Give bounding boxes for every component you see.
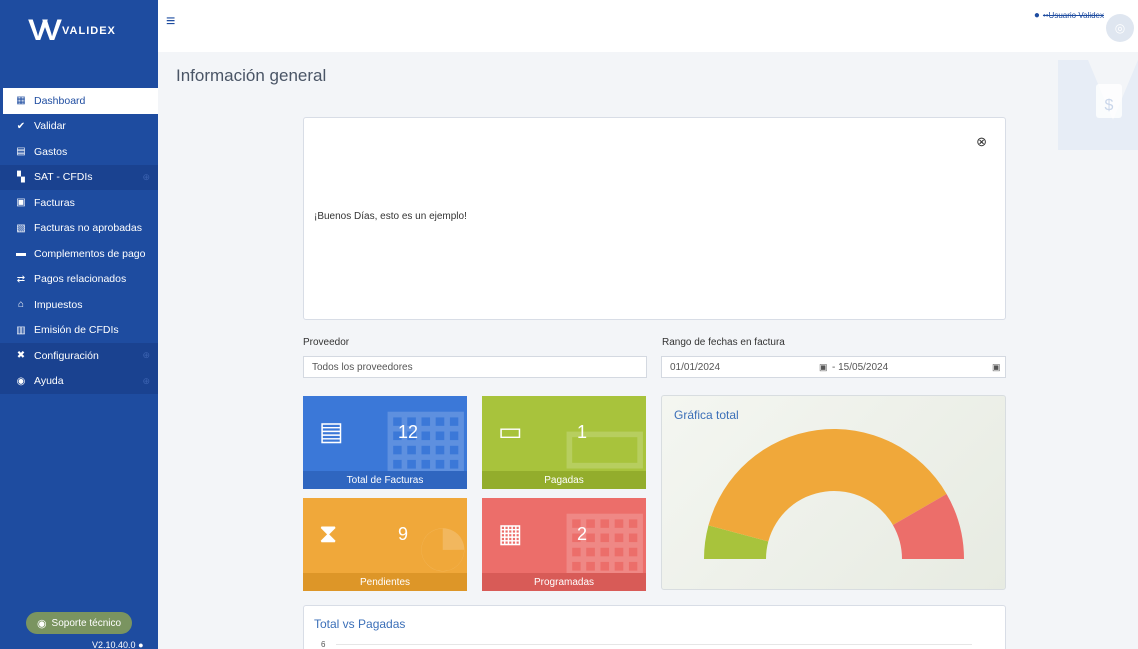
top-bar: ≡ ● ••Usuario Validex ◎ bbox=[158, 0, 1138, 52]
sidebar-item-label: SAT - CFDIs bbox=[34, 171, 93, 184]
calendar-icon[interactable]: ▣ bbox=[819, 362, 828, 373]
info-icon[interactable]: ● bbox=[138, 640, 143, 649]
invoice-decoration-icon: $ bbox=[1058, 60, 1138, 150]
date-range-label: Rango de fechas en factura bbox=[662, 337, 785, 348]
sidebar-item-sat-cfdis[interactable]: ▚ SAT - CFDIs ⊕ bbox=[0, 164, 158, 190]
chart-title: Total vs Pagadas bbox=[314, 617, 406, 631]
programadas-tile[interactable]: ▦ ▦ 2 Programadas bbox=[482, 498, 646, 591]
sidebar-item-label: Validar bbox=[34, 120, 66, 133]
tile-value: 12 bbox=[398, 422, 419, 442]
sidebar-item-label: Dashboard bbox=[34, 94, 86, 107]
tile-label: Programadas bbox=[482, 573, 646, 591]
validex-logo-icon: VV bbox=[28, 14, 62, 47]
support-button[interactable]: ◉ Soporte técnico bbox=[26, 612, 132, 634]
hourglass-icon: ⧗ bbox=[319, 518, 338, 548]
provider-select[interactable]: Todos los proveedores bbox=[303, 356, 647, 378]
calendar-icon[interactable]: ▣ bbox=[992, 362, 1001, 373]
lifebuoy-icon: ◉ bbox=[36, 617, 47, 630]
pendientes-tile[interactable]: ◔ ⧗ 9 Pendientes bbox=[303, 498, 467, 591]
document-icon: ▬ bbox=[16, 248, 26, 260]
payment-card-icon: ▭ bbox=[498, 416, 523, 446]
semi-donut-chart bbox=[704, 429, 964, 559]
version-label: V2.10.40.0 ● bbox=[92, 640, 144, 649]
y-axis-tick: 6 bbox=[321, 640, 326, 649]
sidebar-item-gastos[interactable]: ▤ Gastos bbox=[0, 139, 158, 165]
gridline bbox=[336, 644, 972, 645]
invoice-icon: ▤ bbox=[319, 416, 344, 446]
sidebar-item-label: Pagos relacionados bbox=[34, 273, 127, 286]
sidebar-item-label: Configuración bbox=[34, 349, 99, 362]
sidebar-item-ayuda[interactable]: ◉ Ayuda ⊕ bbox=[0, 368, 158, 394]
sidebar-item-pagos-relacionados[interactable]: ⇄ Pagos relacionados bbox=[0, 267, 158, 293]
sidebar-item-validar[interactable]: ✔ Validar bbox=[0, 114, 158, 140]
tile-label: Total de Facturas bbox=[303, 471, 467, 489]
expand-icon: ⊕ bbox=[142, 171, 150, 182]
bank-icon: ⌂ bbox=[17, 299, 25, 311]
sidebar-item-facturas-no-aprobadas[interactable]: ▧ Facturas no aprobadas bbox=[0, 216, 158, 242]
expand-icon: ⊕ bbox=[142, 350, 150, 361]
tile-label: Pagadas bbox=[482, 471, 646, 489]
tile-value: 1 bbox=[577, 422, 588, 442]
sidebar-item-complementos-de-pago[interactable]: ▬ Complementos de pago bbox=[0, 241, 158, 267]
sidebar: VV VALIDEX ▦ Dashboard ✔ Validar ▤ Gasto… bbox=[0, 0, 158, 649]
message-text: ¡Buenos Días, esto es un ejemplo! bbox=[314, 211, 467, 222]
exchange-icon: ⇄ bbox=[16, 273, 26, 285]
brand-name: VALIDEX bbox=[62, 25, 116, 37]
tile-value: 9 bbox=[398, 524, 409, 544]
sidebar-item-impuestos[interactable]: ⌂ Impuestos bbox=[0, 292, 158, 318]
user-name: ••Usuario Validex bbox=[1042, 11, 1104, 20]
page-title: Información general bbox=[176, 66, 327, 85]
grid-icon: ▦ bbox=[16, 95, 26, 107]
logo[interactable]: VV VALIDEX bbox=[0, 0, 158, 62]
svg-text:$: $ bbox=[1105, 97, 1114, 114]
total-vs-pagadas-panel: Total vs Pagadas 6 bbox=[303, 605, 1006, 649]
sidebar-item-facturas[interactable]: ▣ Facturas bbox=[0, 190, 158, 216]
close-icon[interactable]: ⊗ bbox=[976, 134, 987, 150]
message-panel: ⊗ ¡Buenos Días, esto es un ejemplo! bbox=[303, 117, 1006, 320]
sidebar-item-label: Emisión de CFDIs bbox=[34, 324, 119, 337]
invoice-icon: ▣ bbox=[16, 197, 26, 209]
check-icon: ✔ bbox=[16, 120, 26, 132]
sidebar-item-label: Complementos de pago bbox=[34, 247, 146, 260]
tile-value: 2 bbox=[577, 524, 588, 544]
sidebar-item-emision-de-cfdis[interactable]: ▥ Emisión de CFDIs bbox=[0, 318, 158, 344]
date-to: - 15/05/2024 bbox=[832, 362, 889, 373]
user-icon: ● bbox=[1033, 10, 1040, 21]
tools-icon: ✖ bbox=[16, 350, 26, 362]
date-from: 01/01/2024 bbox=[670, 361, 721, 373]
sidebar-item-label: Facturas no aprobadas bbox=[34, 222, 142, 235]
help-icon: ◉ bbox=[16, 375, 26, 387]
user-menu[interactable]: ● ••Usuario Validex bbox=[1034, 10, 1104, 21]
sidebar-item-label: Ayuda bbox=[34, 375, 64, 388]
menu-toggle-icon[interactable]: ≡ bbox=[166, 14, 175, 30]
tile-label: Pendientes bbox=[303, 573, 467, 591]
sidebar-item-label: Impuestos bbox=[34, 298, 83, 311]
total-chart-panel: Gráfica total bbox=[661, 395, 1006, 590]
sidebar-item-configuracion[interactable]: ✖ Configuración ⊕ bbox=[0, 343, 158, 369]
sidebar-item-label: Facturas bbox=[34, 196, 75, 209]
sidebar-nav: ▦ Dashboard ✔ Validar ▤ Gastos ▚ SAT - C… bbox=[0, 88, 158, 394]
support-label: Soporte técnico bbox=[51, 617, 122, 629]
invoice-rejected-icon: ▧ bbox=[16, 222, 26, 234]
expand-icon: ⊕ bbox=[142, 375, 150, 386]
emission-icon: ▥ bbox=[16, 324, 26, 336]
receipt-icon: ▤ bbox=[16, 146, 26, 158]
version-text: V2.10.40.0 bbox=[92, 640, 136, 649]
sidebar-item-dashboard[interactable]: ▦ Dashboard bbox=[0, 88, 158, 114]
total-facturas-tile[interactable]: ▦ ▤ 12 Total de Facturas bbox=[303, 396, 467, 489]
sat-icon: ▚ bbox=[17, 171, 25, 183]
calendar-icon: ▦ bbox=[498, 518, 523, 548]
sidebar-item-label: Gastos bbox=[34, 145, 68, 158]
pagadas-tile[interactable]: ▭ ▭ 1 Pagadas bbox=[482, 396, 646, 489]
provider-value: Todos los proveedores bbox=[312, 361, 413, 373]
avatar[interactable]: ◎ bbox=[1106, 14, 1134, 42]
provider-label: Proveedor bbox=[303, 337, 350, 348]
